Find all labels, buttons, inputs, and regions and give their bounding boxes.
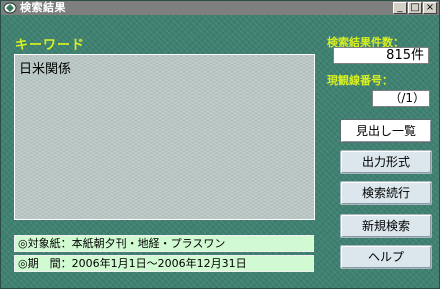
continue-search-button[interactable]: 検索続行: [340, 181, 432, 205]
new-search-button[interactable]: 新規検索: [340, 214, 432, 238]
help-button[interactable]: ヘルプ: [340, 245, 432, 269]
minimize-icon[interactable]: _: [393, 2, 407, 14]
display-number-label: 現観線番号：: [327, 74, 393, 87]
close-icon[interactable]: ×: [423, 2, 437, 14]
display-number-value: （/1）: [372, 90, 430, 107]
search-results-window: 検索結果 _ □ × キーワード 日米関係 ◎対象紙：本紙朝夕刊・地経・プラスワ…: [0, 0, 440, 289]
headline-list-button[interactable]: 見出し一覧: [340, 119, 432, 143]
result-count-value: 815件: [333, 47, 429, 64]
keyword-box[interactable]: 日米関係: [14, 54, 315, 220]
window-title: 検索結果: [20, 1, 66, 14]
maximize-icon[interactable]: □: [408, 2, 422, 14]
output-format-button[interactable]: 出力形式: [340, 150, 432, 174]
keyword-value: 日米関係: [19, 62, 72, 77]
app-icon: [3, 2, 17, 14]
title-bar[interactable]: 検索結果 _ □ ×: [1, 1, 439, 15]
period-info: ◎期 間：2006年1月1日～2006年12月31日: [14, 255, 314, 272]
keyword-label: キーワード: [15, 38, 86, 53]
target-paper-info: ◎対象紙：本紙朝夕刊・地経・プラスワン: [14, 235, 314, 252]
